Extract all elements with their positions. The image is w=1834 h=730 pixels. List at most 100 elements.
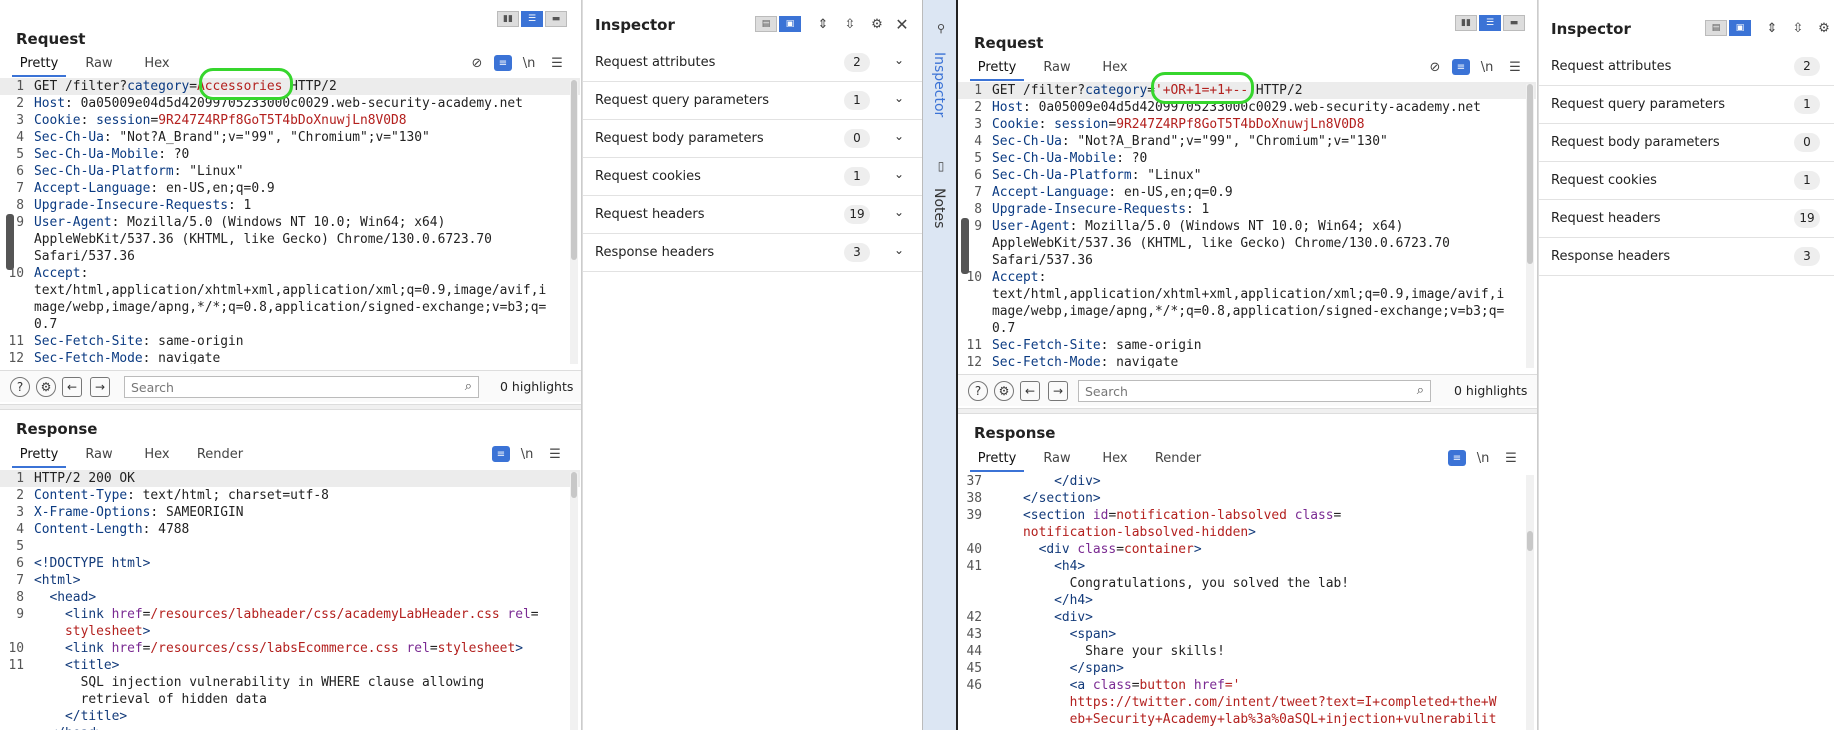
expand-all-icon[interactable]: ⇕ <box>1761 18 1783 38</box>
code-line[interactable]: 7 Accept-Language: en-US,en;q=0.9 <box>0 180 580 197</box>
newline-icon[interactable]: \n <box>1476 57 1498 77</box>
tab-hex[interactable]: Hex <box>1090 448 1140 472</box>
code-line[interactable]: text/html,application/xhtml+xml,applicat… <box>0 282 580 299</box>
response-scrollbar[interactable] <box>570 472 578 730</box>
chevron-down-icon[interactable]: ⌄ <box>894 167 904 181</box>
code-line[interactable]: 1 HTTP/2 200 OK <box>0 470 580 487</box>
inspector-row[interactable]: Request cookies 1 ⌄ <box>583 158 922 196</box>
code-line[interactable]: 2 Content-Type: text/html; charset=utf-8 <box>0 487 580 504</box>
code-line[interactable]: 9 User-Agent: Mozilla/5.0 (Windows NT 10.… <box>958 218 1536 235</box>
chevron-down-icon[interactable]: ⌄ <box>894 129 904 143</box>
side-tab-notes[interactable]: Notes <box>931 188 947 228</box>
inspector-row[interactable]: Response headers 3 ⌄ <box>583 234 922 272</box>
close-icon[interactable]: ✕ <box>891 14 913 34</box>
tab-raw[interactable]: Raw <box>1030 57 1084 81</box>
pin-icon[interactable]: ⚲ <box>930 18 952 38</box>
inspector-row[interactable]: Request attributes 2 ⌄ <box>583 44 922 82</box>
code-line[interactable]: 46 <a class=button href=' <box>958 677 1536 694</box>
layout-list-icon[interactable]: ▤ <box>755 16 777 32</box>
resize-grip[interactable] <box>6 214 14 270</box>
tab-hex[interactable]: Hex <box>132 444 182 468</box>
code-line[interactable]: AppleWebKit/537.36 (KHTML, like Gecko) C… <box>0 231 580 248</box>
inspector-row[interactable]: Request attributes 2 <box>1539 48 1834 86</box>
response-scrollbar[interactable] <box>1526 475 1534 730</box>
tab-pretty[interactable]: Pretty <box>12 444 66 468</box>
code-line[interactable]: 4 Sec-Ch-Ua: "Not?A_Brand";v="99", "Chrom… <box>0 129 580 146</box>
code-line[interactable]: 6 Sec-Ch-Ua-Platform: "Linux" <box>958 167 1536 184</box>
request-editor[interactable]: 1 GET /filter?category=Accessories HTTP/2… <box>0 78 580 364</box>
forward-arrow-icon[interactable]: → <box>1048 381 1068 401</box>
chevron-down-icon[interactable]: ⌄ <box>894 243 904 257</box>
code-line[interactable]: 4 Content-Length: 4788 <box>0 521 580 538</box>
tab-raw[interactable]: Raw <box>72 444 126 468</box>
tab-pretty[interactable]: Pretty <box>12 53 66 77</box>
resize-grip[interactable] <box>961 218 969 274</box>
tab-hex[interactable]: Hex <box>1090 57 1140 81</box>
wrap-icon[interactable]: ≡ <box>1448 450 1466 466</box>
code-line[interactable]: 44 Share your skills! <box>958 643 1536 660</box>
code-line[interactable]: text/html,application/xhtml+xml,applicat… <box>958 286 1536 303</box>
search-input[interactable]: Search ⌕ <box>1078 380 1431 402</box>
layout-list-icon[interactable]: ▤ <box>1705 20 1727 36</box>
code-line[interactable]: 0.7 <box>0 316 580 333</box>
newline-icon[interactable]: \n <box>518 53 540 73</box>
code-line[interactable]: 1 GET /filter?category=Accessories HTTP/2 <box>0 78 580 95</box>
tab-pretty[interactable]: Pretty <box>970 57 1024 81</box>
code-line[interactable]: 5 Sec-Ch-Ua-Mobile: ?0 <box>958 150 1536 167</box>
code-line[interactable]: retrieval of hidden data <box>0 691 580 708</box>
gear-icon[interactable]: ⚙ <box>866 14 888 34</box>
menu-icon[interactable]: ☰ <box>1504 57 1526 77</box>
chevron-down-icon[interactable]: ⌄ <box>894 91 904 105</box>
code-line[interactable]: 42 <div> <box>958 609 1536 626</box>
code-line[interactable]: 3 Cookie: session=9R247Z4RPf8GoT5T4bDoXnu… <box>958 116 1536 133</box>
tab-raw[interactable]: Raw <box>1030 448 1084 472</box>
chevron-down-icon[interactable]: ⌄ <box>894 53 904 67</box>
inspector-row[interactable]: Request headers 19 ⌄ <box>583 196 922 234</box>
request-scrollbar[interactable] <box>570 80 578 364</box>
inspector-row[interactable]: Request headers 19 <box>1539 200 1834 238</box>
wrap-icon[interactable]: ≡ <box>492 446 510 462</box>
code-line[interactable]: Congratulations, you solved the lab! <box>958 575 1536 592</box>
code-line[interactable]: eb+Security+Academy+lab%3a%0aSQL+injecti… <box>958 711 1536 728</box>
code-line[interactable]: 6 Sec-Ch-Ua-Platform: "Linux" <box>0 163 580 180</box>
inspector-row[interactable]: Request query parameters 1 ⌄ <box>583 82 922 120</box>
code-line[interactable]: 2 Host: 0a05009e04d5d42099705233000c0029.… <box>958 99 1536 116</box>
code-line[interactable]: 5 <box>0 538 580 555</box>
eye-off-icon[interactable]: ⊘ <box>1424 57 1446 77</box>
newline-icon[interactable]: \n <box>516 444 538 464</box>
code-line[interactable]: 11 Sec-Fetch-Site: same-origin <box>958 337 1536 354</box>
back-arrow-icon[interactable]: ← <box>62 377 82 397</box>
inspector-row[interactable]: Request query parameters 1 <box>1539 86 1834 124</box>
code-line[interactable]: 8 Upgrade-Insecure-Requests: 1 <box>958 201 1536 218</box>
code-line[interactable]: mage/webp,image/apng,*/*;q=0.8,applicati… <box>958 303 1536 320</box>
code-line[interactable]: 5 Sec-Ch-Ua-Mobile: ?0 <box>0 146 580 163</box>
code-line[interactable]: 11 Sec-Fetch-Site: same-origin <box>0 333 580 350</box>
code-line[interactable]: 4 Sec-Ch-Ua: "Not?A_Brand";v="99", "Chrom… <box>958 133 1536 150</box>
code-line[interactable]: 3 Cookie: session=9R247Z4RPf8GoT5T4bDoXnu… <box>0 112 580 129</box>
inspector-layout-toggle[interactable]: ▤ ▣ <box>755 16 801 32</box>
code-line[interactable]: 9 <link href = /resources/labheader/css/ac… <box>0 606 580 623</box>
code-line[interactable]: 10 Accept: <box>0 265 580 282</box>
code-line[interactable]: 6 <!DOCTYPE html> <box>0 555 580 572</box>
code-line[interactable]: notification-labsolved-hidden> <box>958 524 1536 541</box>
code-line[interactable]: mage/webp,image/apng,*/*;q=0.8,applicati… <box>0 299 580 316</box>
expand-all-icon[interactable]: ⇕ <box>812 14 834 34</box>
collapse-all-icon[interactable]: ⇳ <box>839 14 861 34</box>
eye-off-icon[interactable]: ⊘ <box>466 53 488 73</box>
code-line[interactable]: 37 </div> <box>958 473 1536 490</box>
notes-icon[interactable]: ▯ <box>930 156 952 176</box>
wrap-icon[interactable]: ≡ <box>1452 59 1470 75</box>
inspector-row[interactable]: Response headers 3 <box>1539 238 1834 276</box>
code-line[interactable]: </title> <box>0 708 580 725</box>
code-line[interactable]: 9 User-Agent: Mozilla/5.0 (Windows NT 10.… <box>0 214 580 231</box>
response-editor[interactable]: 1 HTTP/2 200 OK 2 Content-Type: text/html; … <box>0 470 580 730</box>
code-line[interactable]: 1 GET /filter?category='+OR+1=+1+-- HTTP/… <box>958 82 1536 99</box>
gear-icon[interactable]: ⚙ <box>1813 18 1834 38</box>
code-line[interactable]: Safari/537.36 <box>958 252 1536 269</box>
code-line[interactable]: 8 <head> <box>0 589 580 606</box>
help-icon[interactable]: ? <box>968 381 988 401</box>
response-editor[interactable]: 37 </div> 38 </section> 39 <section id=not… <box>958 473 1536 730</box>
tab-render[interactable]: Render <box>188 444 252 468</box>
settings-icon[interactable]: ⚙ <box>994 381 1014 401</box>
inspector-row[interactable]: Request body parameters 0 <box>1539 124 1834 162</box>
